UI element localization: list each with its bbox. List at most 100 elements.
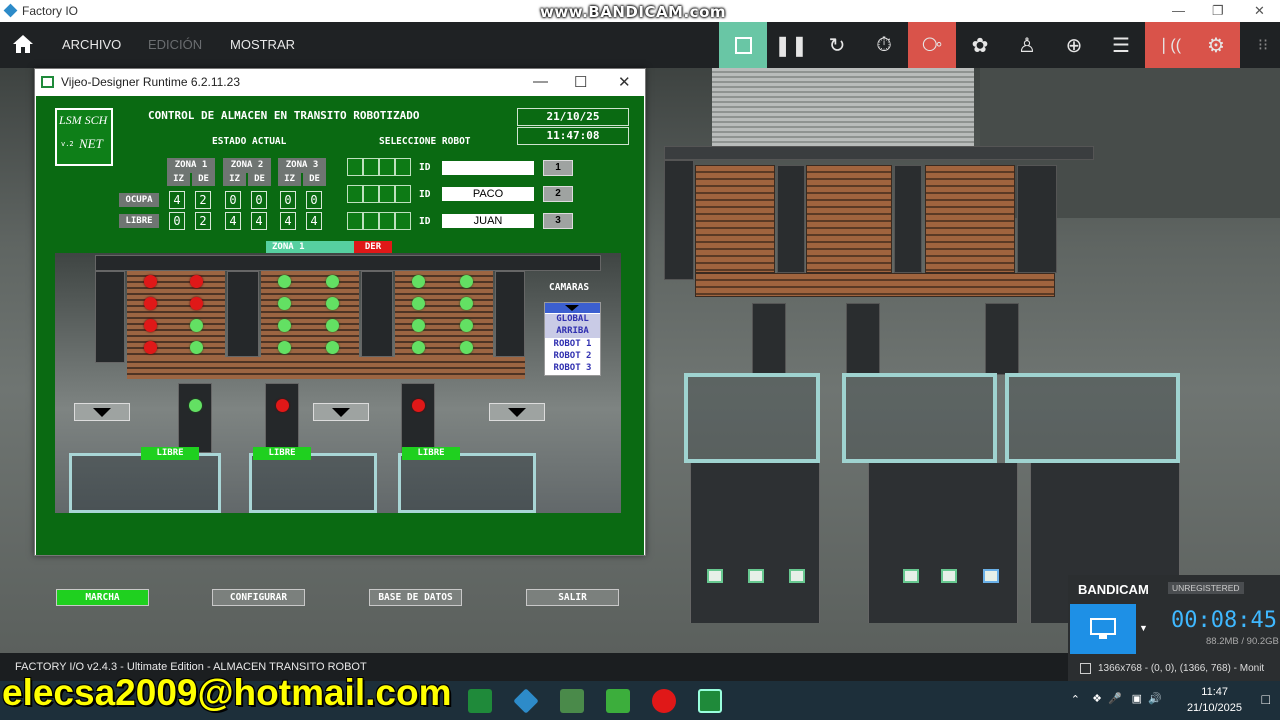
ocupa-z2-de: 0 [251,191,267,209]
slot-z3-de-1 [460,275,473,288]
base-de-datos-button[interactable]: BASE DE DATOS [369,589,462,606]
menu-edicion[interactable]: EDICIÓN [148,37,202,52]
microphone-icon[interactable]: 🎤 [1108,692,1122,705]
camera-fly-icon: ⧂ [922,33,942,56]
vijeo-maximize-button[interactable]: ☐ [574,73,587,91]
aisle-conveyor [894,165,922,273]
warehouse-shutter [712,68,974,146]
chevron-down-icon [332,407,350,417]
zone3-dropdown-button[interactable] [489,403,545,421]
bandicam-panel: BANDICAM UNREGISTERED ▼ 00:08:45 88.2MB … [1068,575,1280,681]
aisle-conveyor [1017,165,1057,273]
close-button[interactable]: ✕ [1254,3,1265,19]
exit-sensor-1 [189,399,202,412]
sensor-button[interactable]: ❘(( [1145,22,1193,68]
zone1-dropdown-button[interactable] [74,403,130,421]
camera-dropdown-arrow[interactable] [545,303,600,313]
slot-z1-iz-3 [144,319,157,332]
menu-archivo[interactable]: ARCHIVO [62,37,121,52]
slot-z1-de-1 [190,275,203,288]
camera-option-arriba[interactable]: ARRIBA [545,326,600,338]
hmi-exit-conveyor-2 [265,383,299,453]
drivers-button[interactable]: ⚙ [1192,22,1240,68]
hmi-robot-cell-2 [249,453,377,513]
camaras-label: CAMARAS [549,282,590,293]
slot-z3-iz-3 [412,319,425,332]
seleccione-robot-label: SELECCIONE ROBOT [379,136,471,147]
camera-option-global[interactable]: GLOBAL [545,314,600,326]
camera-dropdown[interactable]: GLOBAL ARRIBA ROBOT 1 ROBOT 2 ROBOT 3 [544,302,601,376]
side-de-header: DE [303,173,326,186]
vijeo-minimize-button[interactable]: — [533,73,548,90]
taskbar-vijeo-runtime-icon[interactable] [698,689,722,713]
clock-time[interactable]: 11:47 [1201,686,1228,698]
taskbar-app-icon[interactable] [560,689,584,713]
slot-z2-iz-2 [278,297,291,310]
drivers-icon: ⚙ [1207,34,1225,57]
robot1-id-field[interactable] [442,161,534,175]
apps-button[interactable]: ⁝⁝ [1239,22,1280,68]
timer-button[interactable]: ⏱ [860,22,908,68]
exit-conveyor-2 [846,303,880,375]
camera-fly-button[interactable]: ⧂ [908,22,956,68]
minimize-button[interactable]: — [1172,3,1185,18]
exit-conveyor-1 [752,303,786,375]
reset-button[interactable]: ↻ [813,22,861,68]
salir-button[interactable]: SALIR [526,589,619,606]
pause-icon: ❚❚ [774,34,808,57]
camera-option-robot-1[interactable]: ROBOT 1 [545,339,600,351]
notification-icon[interactable]: □ [1262,691,1270,707]
taskbar-vijeo-icon[interactable] [468,689,492,713]
dropbox-icon[interactable]: ❖ [1092,692,1102,705]
email-watermark: elecsa2009@hotmail.com [2,672,452,713]
volume-icon[interactable]: 🔊 [1148,692,1162,705]
exit-sensor-3 [412,399,425,412]
monitor-icon [1090,618,1116,639]
taskbar-factory-io-icon[interactable] [513,688,539,714]
robot3-id-field[interactable]: JUAN [442,214,534,228]
zone-1-header: ZONA 1 [167,158,215,173]
list-button[interactable]: ☰ [1097,22,1145,68]
pallet-box [983,569,999,583]
target-button[interactable]: ⊕ [1050,22,1098,68]
top-conveyor [664,146,1094,160]
mode-dropdown-icon[interactable]: ▼ [1139,623,1148,633]
screen-record-mode-button[interactable] [1070,604,1136,654]
time-display: 11:47:08 [517,127,629,145]
robot2-select-button[interactable]: 2 [543,186,573,202]
pallet-box [707,569,723,583]
clock-date[interactable]: 21/10/2025 [1187,702,1242,714]
home-icon[interactable] [12,34,34,54]
robot3-select-button[interactable]: 3 [543,213,573,229]
zone2-dropdown-button[interactable] [313,403,369,421]
camera-orbit-button[interactable]: ✿ [956,22,1004,68]
robot1-indicator [379,158,395,176]
robot1-select-button[interactable]: 1 [543,160,573,176]
vijeo-close-button[interactable]: ✕ [618,73,631,91]
robot2-id-label: ID [419,189,431,200]
factory-io-logo-icon [3,3,18,18]
camera-option-robot-2[interactable]: ROBOT 2 [545,351,600,363]
network-icon[interactable]: ▣ [1132,692,1142,705]
robot-frame-2 [842,373,997,463]
slot-z2-iz-3 [278,319,291,332]
pause-button[interactable]: ❚❚ [767,22,815,68]
chevron-up-icon[interactable]: ⌃ [1071,693,1080,706]
date-display: 21/10/25 [517,108,629,126]
main-toolbar: ARCHIVO EDICIÓN MOSTRAR ❚❚ ↻ ⏱ ⧂ ✿ ♙ ⊕ ☰… [0,22,1280,68]
robot2-id-field[interactable]: PACO [442,187,534,201]
stop-button[interactable] [719,22,767,68]
region-icon [1080,663,1091,674]
camera-option-robot-3[interactable]: ROBOT 3 [545,363,600,375]
menu-mostrar[interactable]: MOSTRAR [230,37,295,52]
cell2-status-libre: LIBRE [253,447,311,460]
hmi-robot-cell-1 [69,453,221,513]
recording-size: 88.2MB / 90.2GB [1206,636,1279,647]
taskbar-record-icon[interactable] [652,689,676,713]
taskbar-gear-icon[interactable] [606,689,630,713]
configurar-button[interactable]: CONFIGURAR [212,589,305,606]
marcha-button[interactable]: MARCHA [56,589,149,606]
vijeo-runtime-window: Vijeo-Designer Runtime 6.2.11.23 — ☐ ✕ L… [34,68,646,606]
restore-button[interactable]: ❐ [1212,3,1224,19]
first-person-button[interactable]: ♙ [1003,22,1051,68]
